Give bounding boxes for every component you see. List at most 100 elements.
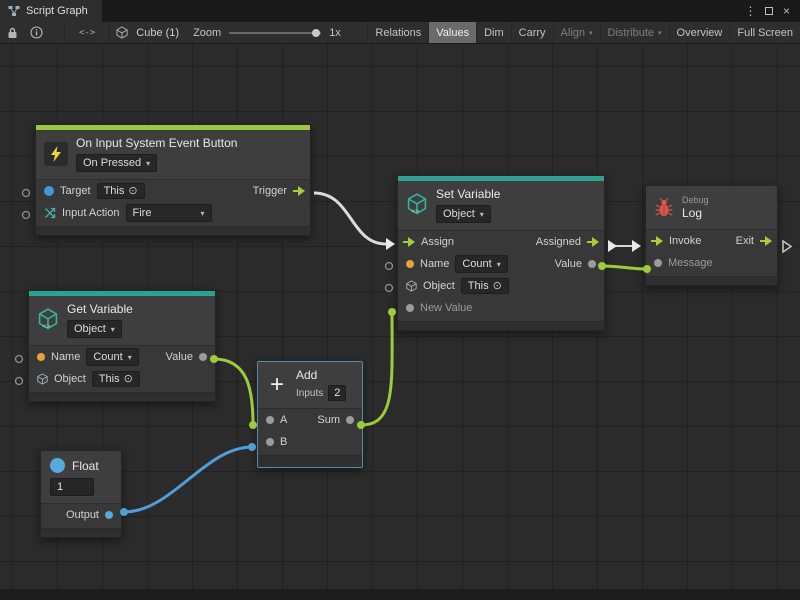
get-object-row: Object This ⊙ — [29, 368, 215, 390]
zoom-slider-knob[interactable] — [312, 29, 320, 37]
set-variable-header: <> Set Variable Object ▾ — [398, 181, 604, 231]
trigger-port[interactable] — [293, 186, 305, 196]
add-header: + Add Inputs 2 — [258, 362, 362, 409]
toolbar-buttons: Relations Values Dim Carry Align▾ Distri… — [367, 22, 800, 43]
relations-button[interactable]: Relations — [367, 22, 428, 43]
svg-text:<>: <> — [411, 206, 420, 215]
inputs-count-field[interactable]: 2 — [328, 385, 346, 401]
dropdown-arrow-icon: ▾ — [658, 29, 662, 37]
close-icon[interactable]: × — [779, 3, 794, 19]
float-value-field[interactable]: 1 — [50, 478, 94, 496]
target-symbol-icon: ⊙ — [124, 374, 133, 385]
set-variable-kind-dropdown[interactable]: Object ▾ — [436, 205, 491, 223]
event-node-footer — [36, 226, 310, 235]
debug-log-footer — [646, 276, 777, 285]
object-cube-icon — [406, 280, 417, 292]
event-node-header: On Input System Event Button On Pressed … — [36, 130, 310, 180]
debug-invoke-row: Invoke Exit — [646, 230, 777, 252]
get-name-dropdown[interactable]: Count ▾ — [86, 348, 138, 366]
object-cube-icon — [37, 373, 48, 385]
graph-toolbar: <-> Cube (1) Zoom 1x Relations Values Di… — [0, 22, 800, 44]
carry-button[interactable]: Carry — [511, 22, 553, 43]
float-output-row: Output — [41, 504, 121, 526]
debug-log-header: Debug Log — [646, 186, 777, 230]
node-set-variable[interactable]: <> Set Variable Object ▾ Assign Assigned… — [397, 175, 605, 331]
get-variable-title: Get Variable — [67, 302, 133, 316]
values-button[interactable]: Values — [428, 22, 476, 43]
dropdown-arrow-icon: ▾ — [128, 353, 132, 362]
get-object-this-chip[interactable]: This ⊙ — [92, 371, 140, 387]
node-debug-log[interactable]: Debug Log Invoke Exit Message — [645, 185, 778, 286]
get-value-port[interactable] — [199, 353, 207, 361]
float-footer — [41, 528, 121, 537]
input-action-dropdown[interactable]: Fire ▾ — [126, 204, 212, 222]
zoom-value: 1x — [329, 27, 341, 39]
tab-script-graph[interactable]: Script Graph — [0, 0, 102, 22]
lightning-icon — [44, 142, 68, 166]
dropdown-arrow-icon: ▾ — [146, 159, 150, 168]
debug-message-row: Message — [646, 252, 777, 274]
node-on-input-system-event-button[interactable]: On Input System Event Button On Pressed … — [35, 124, 311, 236]
trigger-label: Trigger — [253, 185, 287, 197]
node-float[interactable]: Float 1 Output — [40, 450, 122, 538]
align-button[interactable]: Align▾ — [553, 22, 600, 43]
dim-button[interactable]: Dim — [476, 22, 511, 43]
tab-title: Script Graph — [26, 5, 88, 17]
variable-cube-icon: <> — [406, 193, 428, 217]
target-label: Target — [60, 185, 91, 197]
target-this-chip[interactable]: This ⊙ — [97, 183, 145, 199]
input-action-label: Input Action — [62, 207, 120, 219]
debug-kicker: Debug — [682, 195, 709, 205]
svg-text:<>: <> — [42, 321, 51, 330]
get-variable-footer — [29, 392, 215, 401]
window-controls: ⋮ × — [743, 0, 800, 22]
add-b-port[interactable] — [266, 438, 274, 446]
zoom-control: Zoom 1x — [185, 27, 349, 39]
variable-cube-icon: <> — [37, 308, 59, 332]
connections-icon[interactable]: <-> — [65, 28, 109, 38]
float-icon — [50, 458, 65, 473]
lock-icon[interactable] — [0, 22, 24, 44]
get-variable-header: <> Get Variable Object ▾ — [29, 296, 215, 346]
set-value-port[interactable] — [588, 260, 596, 268]
node-get-variable[interactable]: <> Get Variable Object ▾ Name Count ▾ Va… — [28, 290, 216, 402]
canvas-bottom-edge — [0, 589, 800, 600]
new-value-port[interactable] — [406, 304, 414, 312]
input-action-type-icon — [44, 207, 56, 219]
node-add[interactable]: + Add Inputs 2 A Sum B — [257, 361, 363, 468]
event-target-row: Target This ⊙ Trigger — [36, 180, 310, 202]
set-name-dropdown[interactable]: Count ▾ — [455, 255, 507, 273]
target-symbol-icon: ⊙ — [128, 186, 137, 197]
add-a-port[interactable] — [266, 416, 274, 424]
invoke-port[interactable] — [651, 236, 663, 246]
set-name-row: Name Count ▾ Value — [398, 253, 604, 275]
maximize-icon[interactable] — [761, 3, 776, 19]
set-object-this-chip[interactable]: This ⊙ — [461, 278, 509, 294]
get-variable-kind-dropdown[interactable]: Object ▾ — [67, 320, 122, 338]
cube-icon — [110, 22, 134, 44]
on-pressed-dropdown[interactable]: On Pressed ▾ — [76, 154, 157, 172]
set-variable-title: Set Variable — [436, 187, 500, 201]
kebab-menu-icon[interactable]: ⋮ — [743, 3, 758, 19]
event-input-action-row: Input Action Fire ▾ — [36, 202, 310, 224]
add-a-row: A Sum — [258, 409, 362, 431]
dropdown-arrow-icon: ▾ — [589, 29, 593, 37]
dropdown-arrow-icon: ▾ — [200, 209, 204, 218]
add-sum-port[interactable] — [346, 416, 354, 424]
fullscreen-button[interactable]: Full Screen — [729, 22, 800, 43]
assigned-port[interactable] — [587, 237, 599, 247]
info-icon[interactable] — [24, 22, 48, 44]
assign-port[interactable] — [403, 237, 415, 247]
name-type-icon — [37, 353, 45, 361]
zoom-slider[interactable] — [229, 32, 321, 34]
plus-icon: + — [266, 375, 288, 395]
overview-button[interactable]: Overview — [669, 22, 730, 43]
message-port[interactable] — [654, 259, 662, 267]
distribute-button[interactable]: Distribute▾ — [600, 22, 669, 43]
bug-icon — [654, 198, 674, 218]
get-name-row: Name Count ▾ Value — [29, 346, 215, 368]
float-output-port[interactable] — [105, 511, 113, 519]
target-object-label[interactable]: Cube (1) — [134, 27, 185, 39]
script-graph-icon — [8, 5, 20, 17]
exit-port[interactable] — [760, 236, 772, 246]
